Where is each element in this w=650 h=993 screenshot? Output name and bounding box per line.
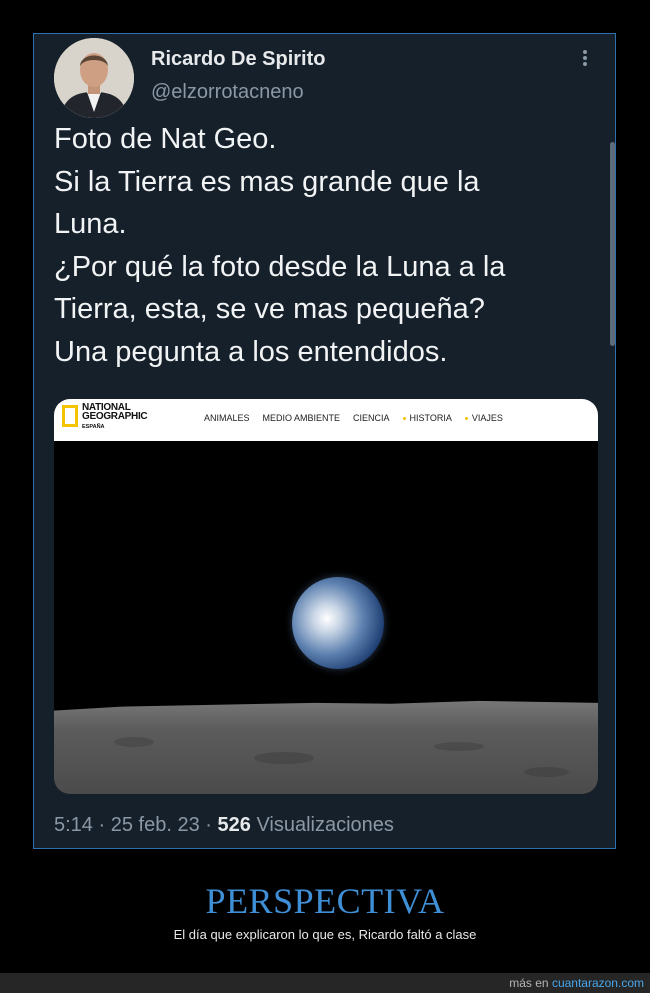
moon-surface-image	[54, 700, 598, 794]
dot-icon	[464, 416, 468, 420]
natgeo-brand-title: NATIONAL GEOGRAPHIC	[82, 402, 148, 422]
more-vertical-icon[interactable]	[574, 48, 596, 72]
footer-link[interactable]: cuantarazon.com	[552, 976, 644, 990]
footer-bar: más en cuantarazon.com	[0, 973, 650, 993]
natgeo-brand-subtitle: ESPAÑA	[82, 424, 105, 430]
natgeo-nav-viajes: VIAJES	[464, 413, 503, 423]
avatar-image	[54, 38, 134, 118]
footer-text: más en cuantarazon.com	[509, 976, 644, 990]
tweet-meta: 5:14 · 25 feb. 23 · 526 Visualizaciones	[54, 814, 394, 837]
natgeo-nav-animales: ANIMALES	[204, 413, 250, 423]
natgeo-nav-medio-ambiente: MEDIO AMBIENTE	[263, 413, 341, 423]
separator: ·	[205, 814, 212, 836]
dot-icon	[402, 416, 406, 420]
natgeo-nav-ciencia: CIENCIA	[353, 413, 390, 423]
separator: ·	[98, 814, 106, 836]
natgeo-header: NATIONAL GEOGRAPHIC ESPAÑA ANIMALES MEDI…	[54, 399, 598, 441]
nav-label: ANIMALES	[204, 413, 250, 423]
author-name[interactable]: Ricardo De Spirito	[151, 48, 325, 71]
tweet-time[interactable]: 5:14	[54, 814, 93, 836]
caption-title: PERSPECTIVA	[205, 881, 445, 921]
nav-label: VIAJES	[471, 413, 503, 423]
natgeo-nav: ANIMALES MEDIO AMBIENTE CIENCIA HISTORIA…	[204, 413, 516, 423]
earth-image	[292, 577, 384, 669]
views-count: 526	[217, 814, 251, 836]
tweet-text: Foto de Nat Geo. Si la Tierra es mas gra…	[54, 123, 506, 368]
author-handle[interactable]: @elzorrotacneno	[151, 81, 304, 104]
natgeo-nav-historia: HISTORIA	[402, 413, 452, 423]
footer-prefix: más en	[509, 976, 549, 990]
views-label: Visualizaciones	[256, 814, 394, 836]
caption-subtitle: El día que explicaron lo que es, Ricardo…	[173, 927, 477, 942]
nav-label: MEDIO AMBIENTE	[262, 413, 341, 423]
tweet-image[interactable]: NATIONAL GEOGRAPHIC ESPAÑA ANIMALES MEDI…	[54, 399, 598, 794]
nav-label: CIENCIA	[353, 413, 390, 423]
nav-label: HISTORIA	[409, 413, 452, 423]
tweet-date[interactable]: 25 feb. 23	[111, 814, 200, 836]
tweet-card: Ricardo De Spirito @elzorrotacneno Foto …	[33, 33, 616, 849]
avatar[interactable]	[54, 38, 134, 118]
scrollbar[interactable]	[610, 142, 615, 346]
natgeo-logo-icon	[62, 405, 78, 427]
